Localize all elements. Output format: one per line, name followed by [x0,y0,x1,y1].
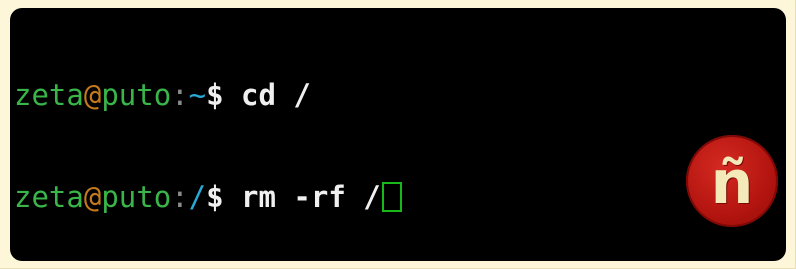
prompt-path: / [188,180,207,214]
terminal-line-1: zeta @ puto: ~ $ cd / [14,78,402,112]
prompt-symbol: $ [206,180,224,214]
prompt-host: puto [101,78,172,112]
prompt-at: @ [83,78,102,112]
prompt-at: @ [83,180,102,214]
screenshot-frame: zeta @ puto: ~ $ cd / zeta @ puto: / $ rm -rf / … [0,0,796,269]
terminal-line-2: zeta @ puto: / $ rm -rf / [14,180,402,214]
command-input[interactable]: rm -rf / [224,180,381,214]
terminal-window[interactable]: zeta @ puto: ~ $ cd / zeta @ puto: / $ rm -rf / … [10,8,786,261]
prompt-colon: : [171,180,189,214]
n-tilde-logo-icon: ñ [686,135,778,227]
command-text: cd / [223,78,311,112]
text-cursor [381,182,402,212]
terminal-output: zeta @ puto: ~ $ cd / zeta @ puto: / $ rm -rf / [14,10,402,261]
prompt-user: zeta [14,180,84,214]
prompt-host: puto [101,180,172,214]
logo-glyph: ñ [710,148,754,218]
prompt-colon: : [171,78,189,112]
prompt-user: zeta [14,78,84,112]
prompt-path: ~ [188,78,207,112]
prompt-symbol: $ [206,78,224,112]
